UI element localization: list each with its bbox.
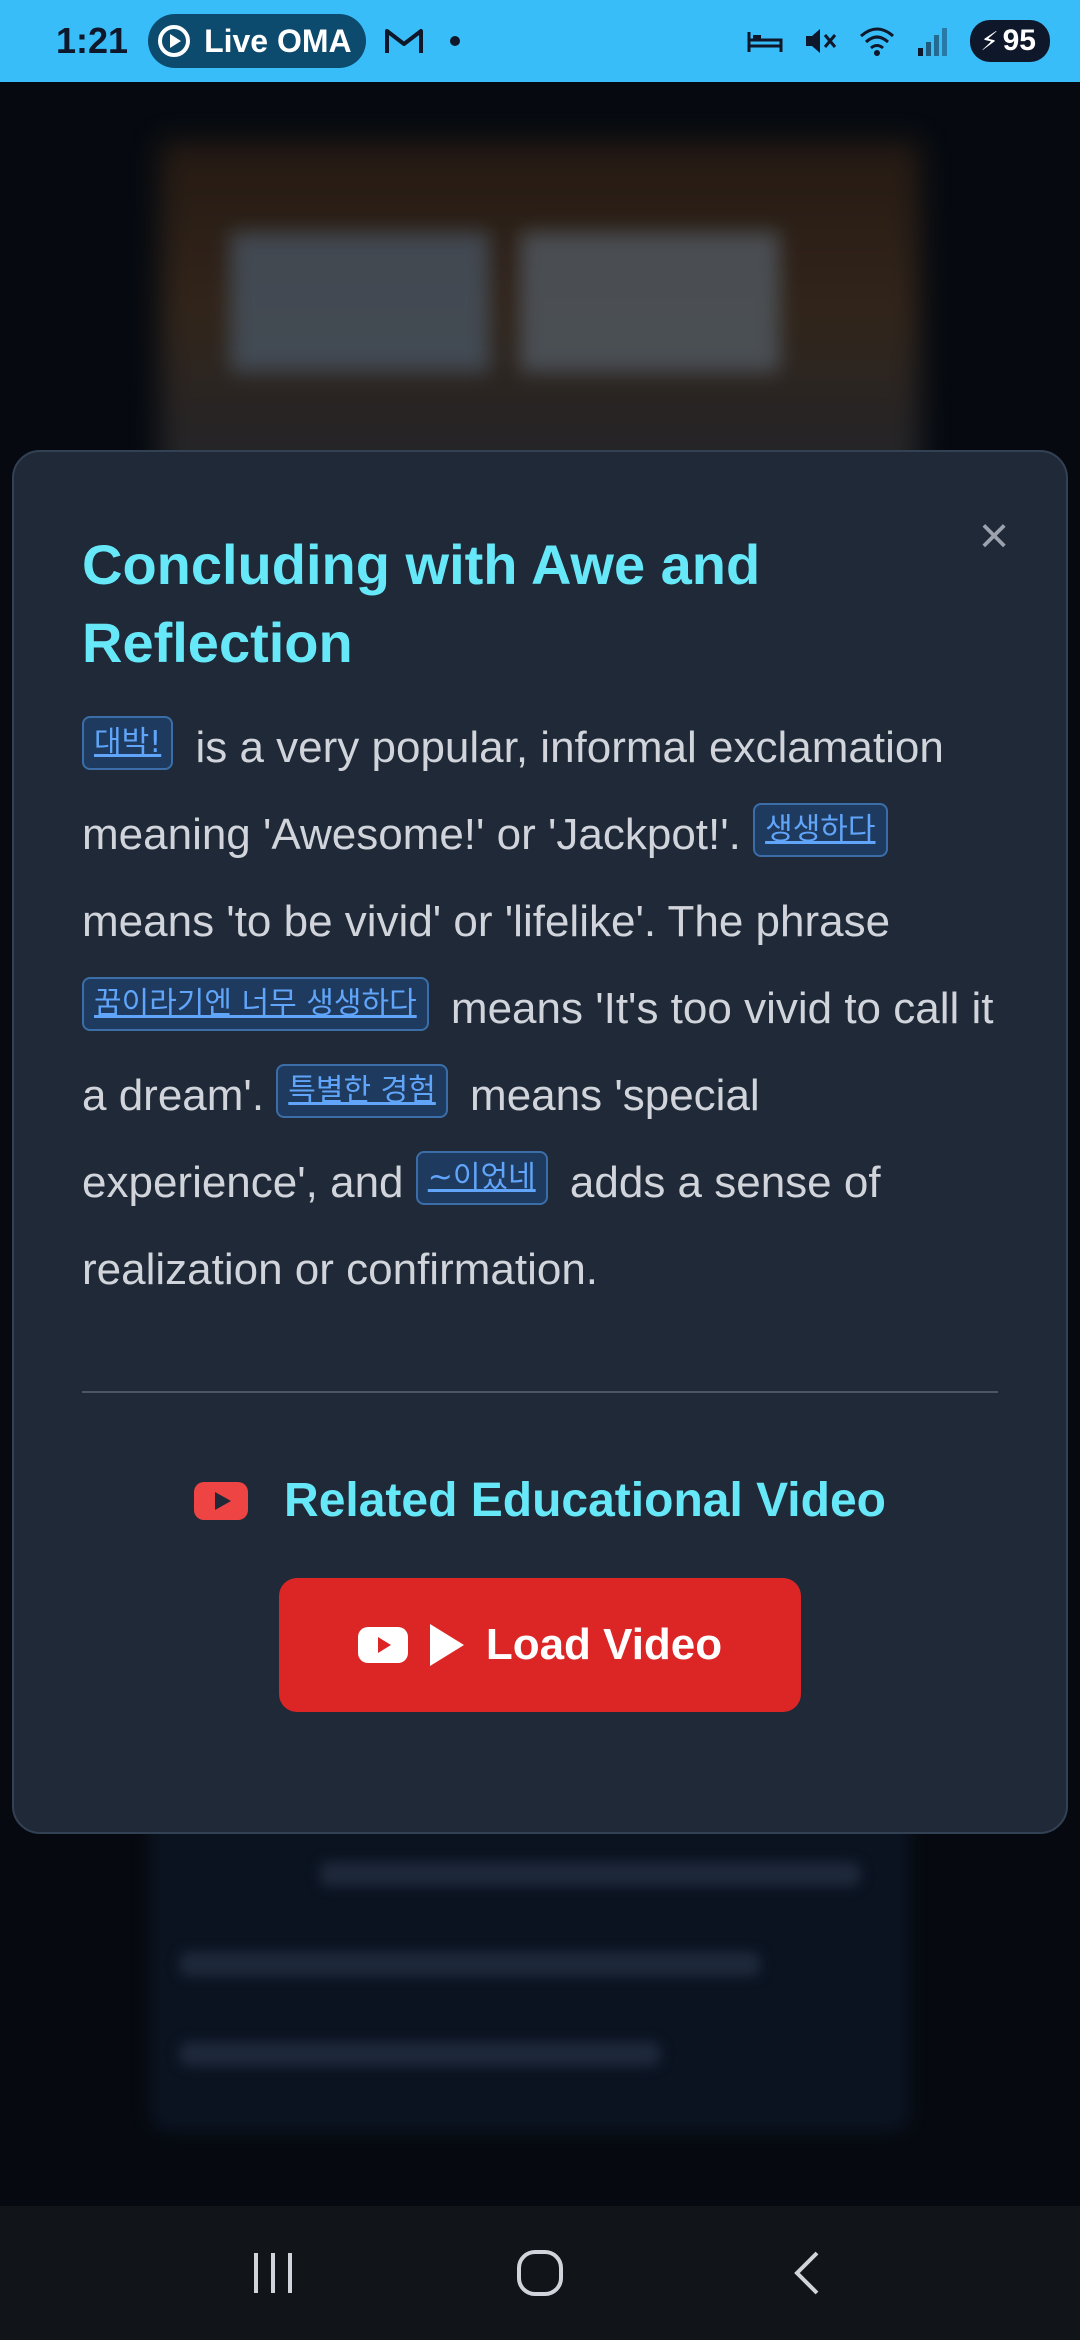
background-shape — [230, 232, 490, 372]
youtube-icon — [194, 1481, 249, 1520]
gmail-icon — [385, 29, 424, 53]
battery-indicator: ⚡ 95 — [970, 20, 1050, 62]
background-line — [180, 1952, 760, 1976]
modal-title: Concluding with Awe and Reflection — [82, 533, 761, 674]
signal-icon — [918, 28, 948, 56]
status-icons: ⚡ 95 — [746, 20, 1050, 62]
vocab-chip[interactable]: 생생하다 — [753, 803, 888, 857]
vocab-chip[interactable]: 대박! — [82, 716, 174, 770]
vocab-chip[interactable]: 꿈이라기엔 너무 생생하다 — [82, 977, 429, 1031]
recents-icon[interactable] — [228, 2228, 318, 2318]
back-icon[interactable] — [762, 2228, 852, 2318]
related-video-title: Related Educational Video — [284, 1474, 886, 1527]
background-shape — [520, 232, 780, 372]
youtube-icon — [357, 1627, 408, 1663]
status-time: 1:21 — [56, 20, 129, 61]
live-activity-pill[interactable]: Live OMA — [148, 14, 367, 68]
divider — [82, 1391, 998, 1393]
modal-body: 대박! is a very popular, informal exclamat… — [82, 704, 998, 1313]
vocab-chip[interactable]: ~이었네 — [415, 1151, 548, 1205]
home-icon[interactable] — [495, 2228, 585, 2318]
battery-level: 95 — [1002, 24, 1036, 57]
bed-icon — [747, 32, 783, 52]
mute-icon — [806, 29, 837, 53]
load-video-button[interactable]: Load Video — [279, 1578, 801, 1712]
load-video-label: Load Video — [485, 1620, 723, 1669]
battery-icon: ⚡ — [980, 25, 999, 56]
play-circle-icon — [158, 25, 191, 57]
related-video-header: Related Educational Video — [82, 1473, 998, 1528]
play-icon — [429, 1624, 464, 1666]
explanation-modal: × Concluding with Awe and Reflection 대박!… — [12, 450, 1068, 1834]
background-line — [180, 2042, 660, 2066]
notification-dot — [450, 36, 461, 46]
wifi-icon — [860, 27, 895, 56]
navigation-bar — [0, 2206, 1080, 2340]
close-icon[interactable]: × — [970, 510, 1018, 562]
live-pill-label: Live OMA — [204, 22, 352, 59]
body-text: means 'to be vivid' or 'lifelike'. The p… — [82, 897, 891, 946]
background-line — [320, 1862, 860, 1886]
vocab-chip[interactable]: 특별한 경험 — [276, 1064, 448, 1118]
status-bar: 1:21 Live OMA ⚡ 95 — [0, 0, 1080, 82]
